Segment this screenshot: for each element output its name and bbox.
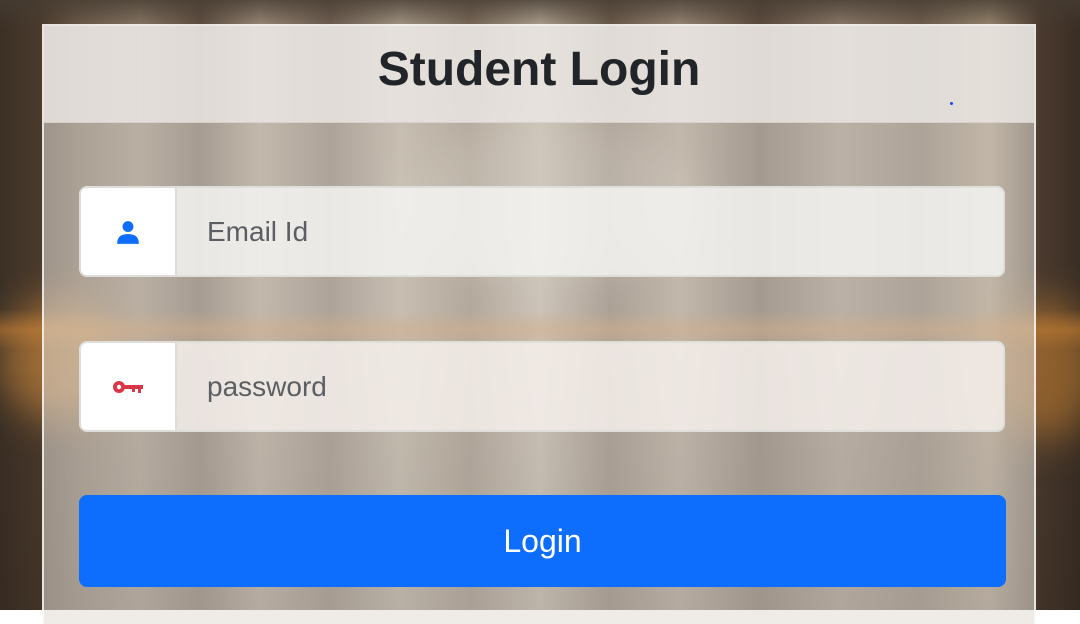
password-input-group	[79, 341, 1005, 432]
login-button[interactable]: Login	[79, 495, 1006, 587]
decorative-dot	[950, 102, 953, 105]
page-title: Student Login	[377, 43, 701, 96]
key-icon	[81, 343, 177, 430]
login-card: Student Login Login	[42, 24, 1036, 624]
card-header: Student Login	[44, 26, 1034, 123]
password-input[interactable]	[177, 343, 1003, 430]
email-input-group	[79, 186, 1005, 277]
user-icon	[81, 188, 177, 275]
email-input[interactable]	[177, 188, 1003, 275]
